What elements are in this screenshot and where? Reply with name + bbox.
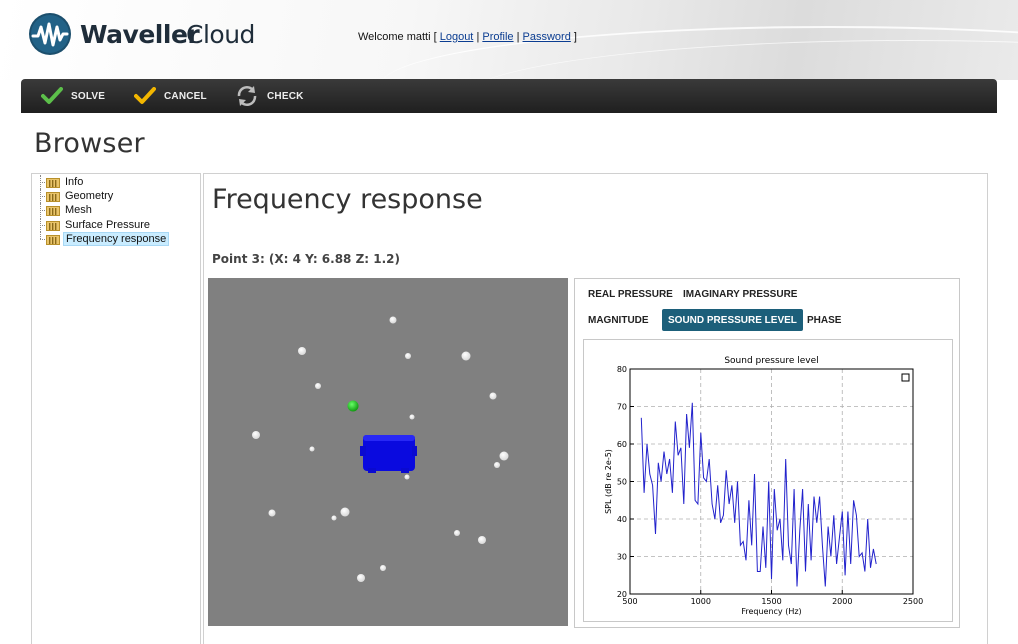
field-point[interactable] [404, 474, 410, 480]
check-label: CHECK [267, 90, 304, 102]
field-point[interactable] [331, 515, 337, 521]
cancel-label: CANCEL [164, 90, 207, 102]
toolbar: SOLVE CANCEL CHECK [21, 79, 997, 113]
point-label: Point 3: (X: 4 Y: 6.88 Z: 1.2) [212, 252, 401, 266]
x-tick-label: 1000 [691, 597, 711, 606]
tree-item-label: Frequency response [63, 232, 170, 246]
x-tick-label: 1500 [761, 597, 781, 606]
field-point[interactable] [340, 507, 350, 517]
tab-sound-pressure-level[interactable]: SOUND PRESSURE LEVEL [662, 309, 803, 331]
page-title: Browser [34, 128, 145, 159]
chart-container: 500 1000 1500 2000 2500 20 30 40 50 60 70 80 Sound p… [583, 339, 953, 622]
field-point[interactable] [499, 451, 509, 461]
folder-icon [46, 177, 60, 188]
spl-chart: 500 1000 1500 2000 250020304050607080Sound p… [604, 356, 923, 616]
field-point[interactable] [298, 347, 306, 355]
header-banner: Waveller Cloud Welcome matti [ Logout | … [0, 0, 1018, 80]
field-point[interactable] [380, 565, 386, 571]
spl-series-line [640, 402, 877, 587]
refresh-icon [237, 86, 257, 106]
folder-icon [46, 234, 60, 245]
tab-magnitude[interactable]: MAGNITUDE [582, 309, 655, 331]
y-tick-label: 50 [617, 478, 627, 487]
tree-connector [36, 218, 45, 232]
field-point[interactable] [489, 392, 497, 400]
field-point[interactable] [357, 574, 365, 582]
chart-title: Sound pressure level [724, 356, 818, 366]
folder-icon [46, 220, 60, 231]
password-link[interactable]: Password [523, 31, 571, 43]
x-tick-label: 2500 [903, 597, 923, 606]
logo-product-text: Cloud [186, 20, 255, 49]
tree-item-info[interactable]: Info [36, 175, 85, 189]
tree-item-label: Info [65, 176, 84, 188]
tab-real-pressure[interactable]: REAL PRESSURE [582, 283, 679, 305]
y-tick-label: 60 [617, 440, 627, 449]
check-button[interactable]: CHECK [235, 79, 304, 113]
x-tick-label: 2000 [832, 597, 852, 606]
tree-connector [36, 203, 45, 217]
welcome-text: Welcome matti [ [358, 31, 437, 43]
y-tick-label: 20 [617, 590, 627, 599]
welcome-suffix: ] [573, 31, 577, 43]
field-point[interactable] [494, 462, 500, 468]
welcome-bar: Welcome matti [ Logout | Profile | Passw… [358, 31, 577, 43]
field-point[interactable] [309, 446, 315, 452]
logo[interactable]: Waveller Cloud [28, 12, 268, 56]
tree-panel: Info Geometry Mesh Surface Pressure Freq… [31, 173, 201, 644]
check-icon [134, 87, 156, 104]
logo-brand-text: Waveller [80, 20, 200, 49]
field-point[interactable] [478, 536, 486, 544]
folder-icon [46, 191, 60, 202]
y-axis-label: SPL (dB re 2e-5) [604, 449, 613, 514]
link-separator: | [516, 31, 520, 43]
tree-item-surface-pressure[interactable]: Surface Pressure [36, 218, 152, 232]
solve-label: SOLVE [71, 90, 106, 102]
field-point-selected[interactable] [347, 400, 359, 412]
tree-item-frequency-response[interactable]: Frequency response [36, 232, 170, 246]
tab-phase[interactable]: PHASE [801, 309, 847, 331]
cancel-button[interactable]: CANCEL [134, 79, 207, 113]
field-point[interactable] [252, 431, 260, 439]
y-tick-label: 80 [617, 365, 627, 374]
tab-imaginary-pressure[interactable]: IMAGINARY PRESSURE [677, 283, 803, 305]
section-title: Frequency response [212, 184, 483, 215]
field-point[interactable] [268, 509, 276, 517]
tree-connector [36, 189, 45, 203]
sound-source-box[interactable] [360, 435, 417, 473]
tree-item-label: Mesh [65, 204, 92, 216]
y-tick-label: 40 [617, 515, 627, 524]
field-point[interactable] [454, 530, 460, 536]
check-icon [41, 87, 63, 104]
tree-item-label: Geometry [65, 190, 114, 202]
link-separator: | [476, 31, 480, 43]
logout-link[interactable]: Logout [440, 31, 474, 43]
tree-connector [36, 175, 45, 189]
tree-item-mesh[interactable]: Mesh [36, 203, 94, 217]
profile-link[interactable]: Profile [482, 31, 513, 43]
tree-item-label: Surface Pressure [65, 219, 150, 231]
tree-connector [36, 232, 45, 246]
field-point[interactable] [405, 353, 411, 359]
solve-button[interactable]: SOLVE [41, 79, 105, 113]
tree-item-geometry[interactable]: Geometry [36, 189, 115, 203]
field-point[interactable] [461, 351, 471, 361]
field-point[interactable] [315, 383, 321, 389]
waveform-logo-icon [29, 13, 71, 55]
folder-icon [46, 205, 60, 216]
y-tick-label: 70 [617, 403, 627, 412]
field-point[interactable] [389, 316, 397, 324]
y-tick-label: 30 [617, 553, 627, 562]
3d-viewport[interactable] [208, 278, 568, 626]
legend-box [901, 373, 910, 382]
viewport-scene [252, 316, 509, 582]
field-point[interactable] [409, 414, 415, 420]
x-axis-label: Frequency (Hz) [741, 607, 801, 616]
